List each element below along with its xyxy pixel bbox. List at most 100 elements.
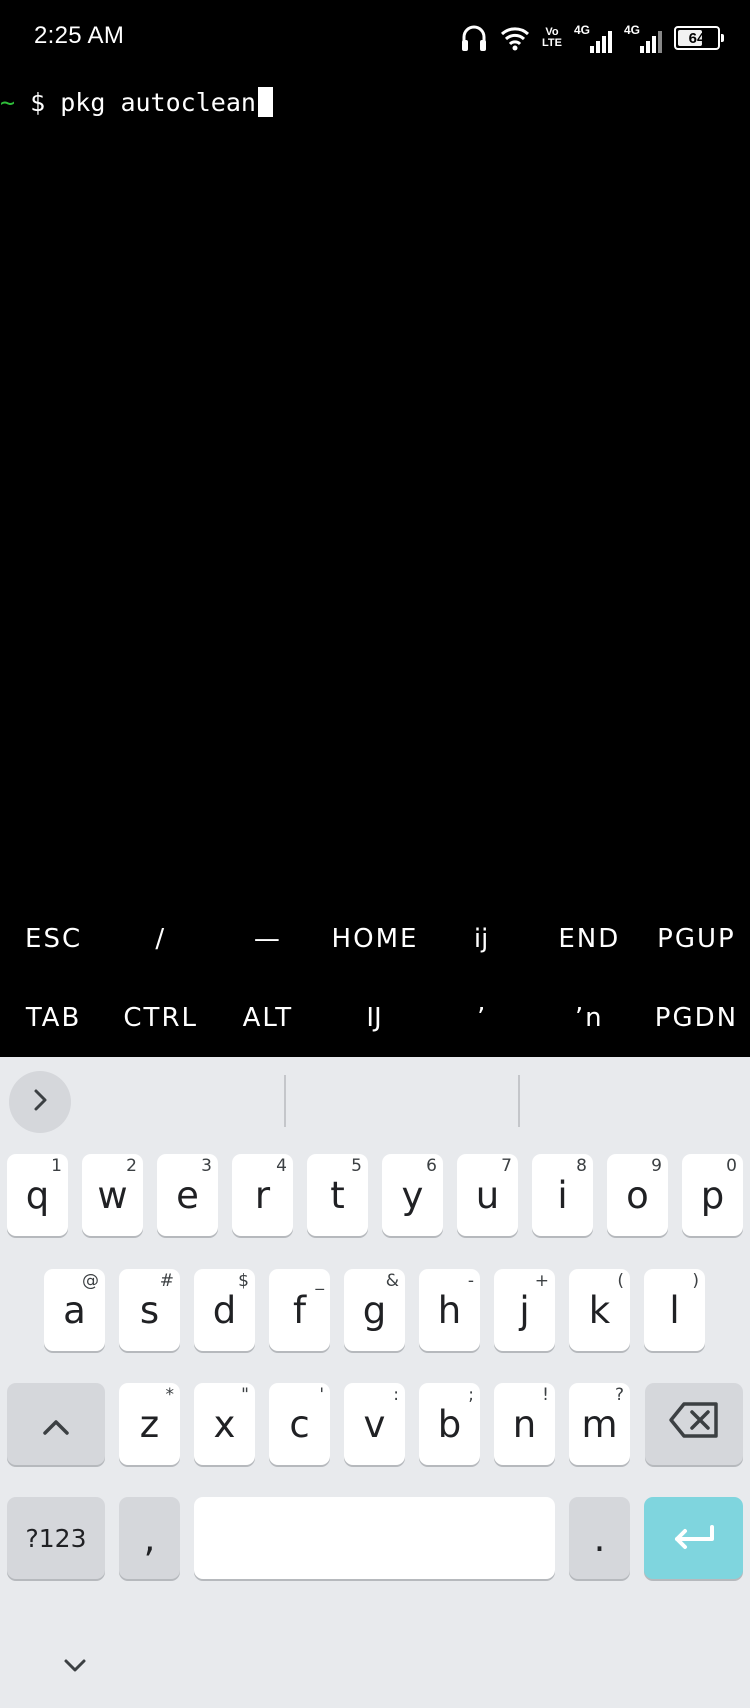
key-n[interactable]: n! [494,1383,555,1465]
key-p[interactable]: p0 [682,1154,743,1236]
key-s[interactable]: s # [119,1269,180,1351]
key-w[interactable]: w2 [82,1154,143,1236]
period-key[interactable]: . [569,1497,630,1579]
key-label: p [700,1173,725,1217]
battery-level: 64 [688,29,706,47]
symbols-key[interactable]: ?123 [7,1497,105,1579]
space-bar[interactable] [194,1497,555,1579]
key-k[interactable]: k( [569,1269,630,1351]
battery-icon: 64 [674,26,724,50]
hide-keyboard-button[interactable] [55,1652,95,1682]
key-m[interactable]: m? [569,1383,630,1465]
status-icons: Vo LTE 4G 4G 64 [460,18,724,58]
key-e[interactable]: e3 [157,1154,218,1236]
extra-key-dash[interactable]: — [214,899,321,979]
key-hint: ' [319,1385,324,1405]
key-a[interactable]: a @ [44,1269,105,1351]
key-hint: 8 [576,1156,587,1176]
key-j[interactable]: j + [494,1269,555,1351]
extra-key-pgup[interactable]: PGUP [643,899,750,979]
terminal-cursor [257,87,273,117]
sim2-network-label: 4G [624,23,641,37]
extra-key-ij[interactable]: ĳ [429,899,536,979]
prompt-tilde: ~ [0,87,16,117]
key-u[interactable]: u7 [457,1154,518,1236]
key-label: e [176,1173,199,1217]
key-label: l [669,1288,680,1332]
key-r[interactable]: r4 [232,1154,293,1236]
key-x[interactable]: x " [194,1383,255,1465]
volte-line2: LTE [542,37,562,49]
headphones-icon [460,23,488,53]
extra-key-end[interactable]: END [536,899,643,979]
enter-key[interactable] [644,1497,743,1579]
extra-key-alt[interactable]: ALT [214,979,321,1057]
extra-keys-bar: ESC / — HOME ĳ END PGUP TAB CTRL ALT Ĳ ʼ… [0,899,750,1057]
key-label: n [512,1402,537,1446]
key-o[interactable]: o9 [607,1154,668,1236]
key-hint: " [241,1385,249,1405]
terminal-input-text: pkg autoclean [60,87,256,117]
extra-key-ij-upper[interactable]: Ĳ [321,979,428,1057]
key-label: w [97,1173,128,1217]
suggestion-divider [284,1075,286,1127]
shift-icon [41,1403,71,1446]
key-label: a [63,1288,86,1332]
extra-key-ctrl[interactable]: CTRL [107,979,214,1057]
extra-key-apostrophe[interactable]: ʼ [429,979,536,1057]
soft-keyboard: ?123 , . q 1 w 2 e 3 r 4 t 5 y 6 u 7 i 8 o 9 p 0 a @ s # d $ f _ g & h… [0,1057,750,1708]
extra-key-home[interactable]: HOME [321,899,428,979]
key-hint: + [534,1271,549,1291]
shift-key[interactable] [7,1383,105,1465]
key-g[interactable]: g & [344,1269,405,1351]
key-label: d [212,1288,237,1332]
key-f[interactable]: f _ [269,1269,330,1351]
key-label: y [401,1173,424,1217]
extra-key-esc[interactable]: ESC [0,899,107,979]
key-label: o [626,1173,649,1217]
key-hint: 6 [426,1156,437,1176]
key-q[interactable]: q1 [7,1154,68,1236]
backspace-key[interactable] [645,1383,743,1465]
key-label: z [139,1402,160,1446]
key-hint: ; [468,1385,474,1405]
key-label: g [362,1288,387,1332]
comma-key[interactable]: , [119,1497,180,1579]
extra-key-tab[interactable]: TAB [0,979,107,1057]
key-z[interactable]: z * [119,1383,180,1465]
status-time: 2:25 AM [34,22,125,49]
key-d[interactable]: d $ [194,1269,255,1351]
key-hint: 2 [126,1156,137,1176]
key-v[interactable]: v: [344,1383,405,1465]
key-hint: _ [315,1271,325,1291]
key-hint: # [159,1271,174,1291]
key-hint: @ [82,1271,99,1291]
key-label: i [557,1173,568,1217]
terminal-view[interactable]: ~ $ pkg autoclean [0,76,750,906]
key-l[interactable]: l) [644,1269,705,1351]
terminal-command-line: ~ $ pkg autoclean [0,82,273,122]
prompt-dollar: $ [30,87,46,117]
key-b[interactable]: b; [419,1383,480,1465]
key-c[interactable]: c ' [269,1383,330,1465]
key-label: x [213,1402,236,1446]
key-hint: : [393,1385,399,1405]
key-hint: 1 [51,1156,62,1176]
extra-key-apostrophe-n[interactable]: ʼn [536,979,643,1057]
key-label: h [437,1288,462,1332]
suggestion-divider [518,1075,520,1127]
extra-key-pgdn[interactable]: PGDN [643,979,750,1057]
key-i[interactable]: i8 [532,1154,593,1236]
wifi-icon [500,25,530,51]
key-label: f [292,1288,307,1332]
volte-icon: Vo LTE [542,27,562,49]
key-hint: 3 [201,1156,212,1176]
key-hint: & [385,1271,399,1291]
extra-key-slash[interactable]: / [107,899,214,979]
key-y[interactable]: y6 [382,1154,443,1236]
key-h[interactable]: h- [419,1269,480,1351]
key-label: q [25,1173,50,1217]
key-label: k [588,1288,611,1332]
expand-toolbar-button[interactable] [9,1071,71,1133]
key-t[interactable]: t5 [307,1154,368,1236]
